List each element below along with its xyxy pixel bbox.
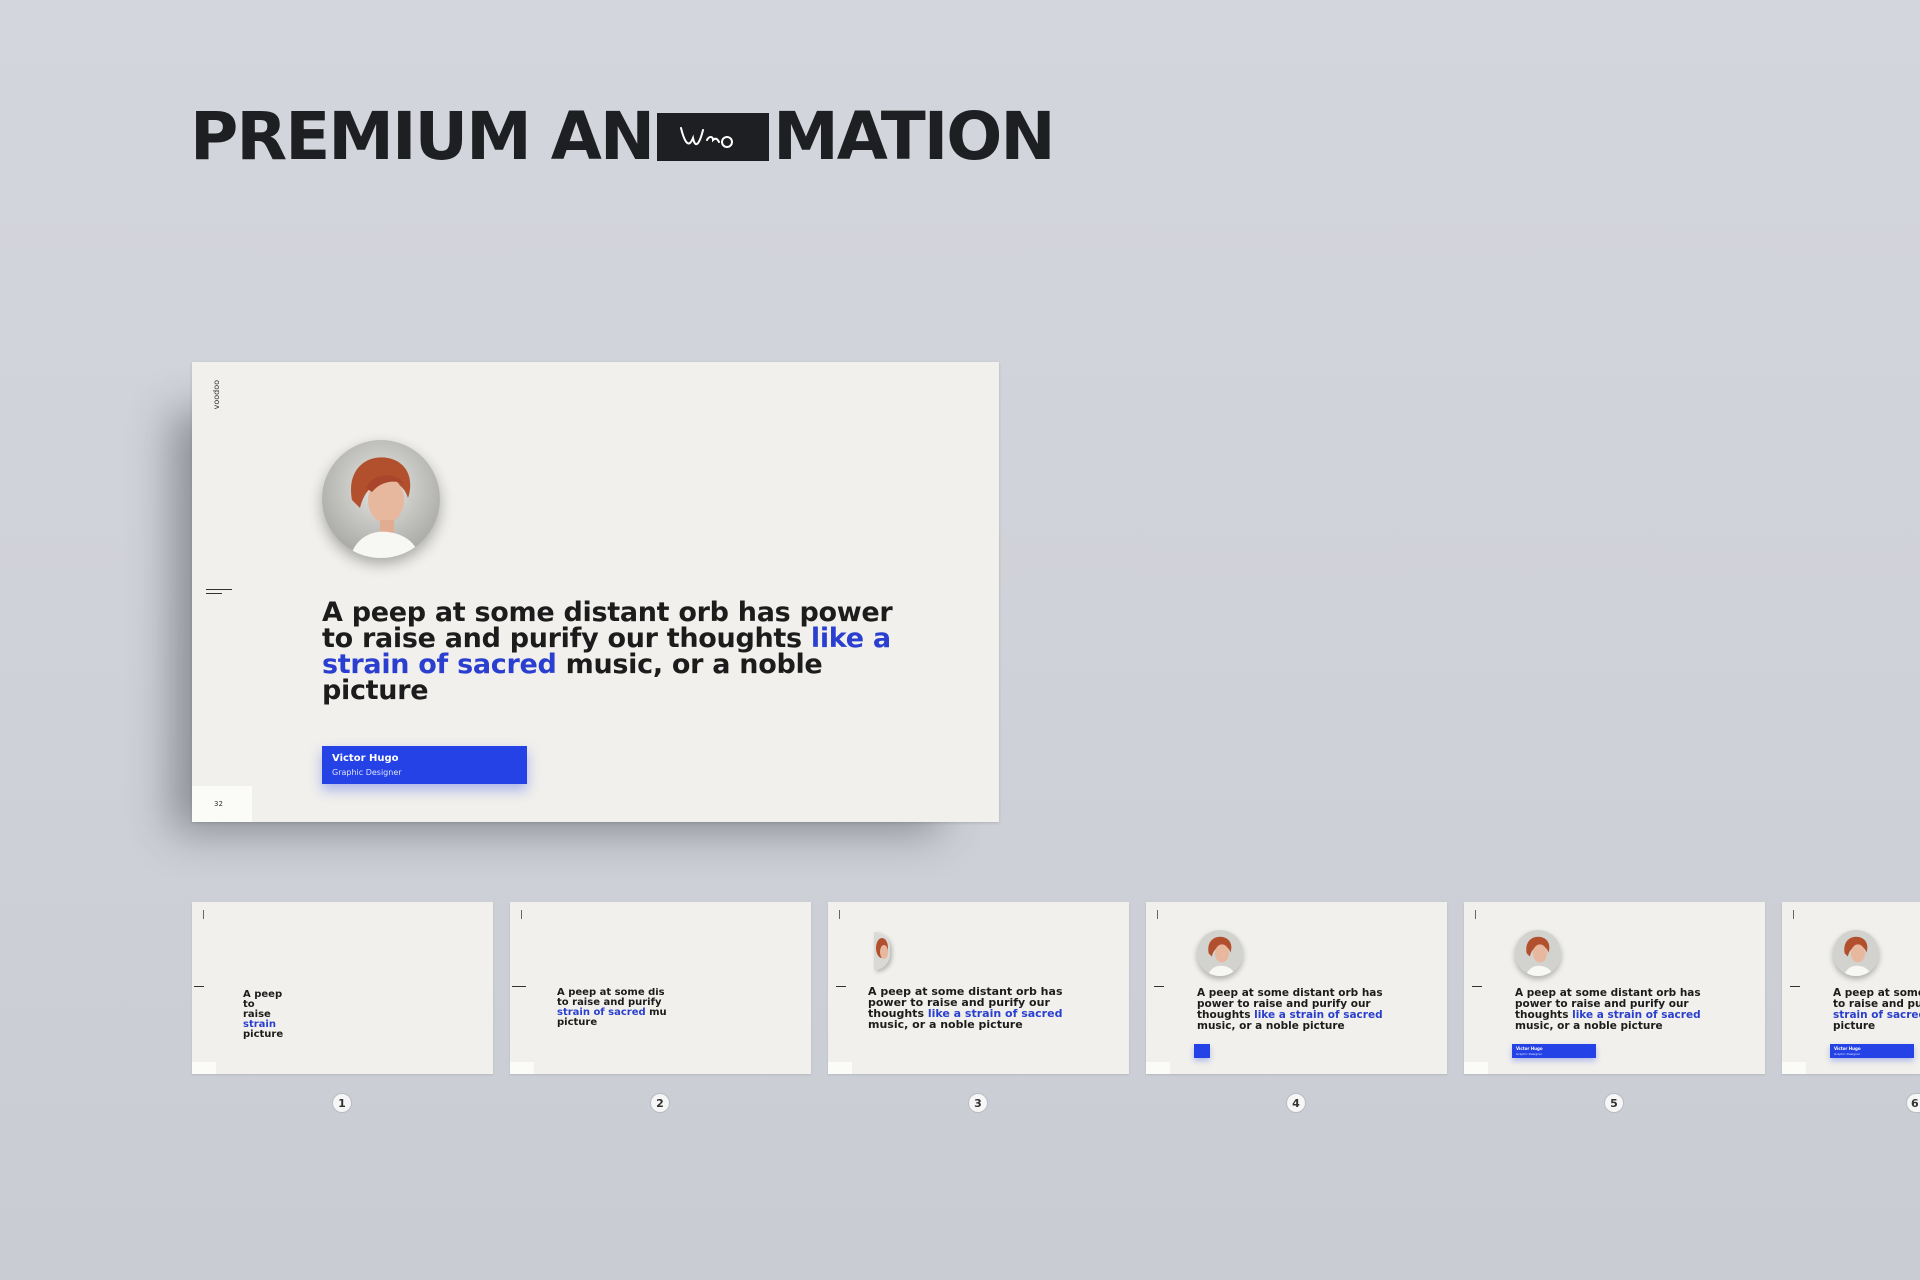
brand-label: voodoo <box>212 380 221 410</box>
step-number-6[interactable]: 6 <box>1906 1093 1920 1113</box>
author-badge: Victor Hugo Graphic Designer <box>1830 1044 1914 1058</box>
quote-text: A peep at some distant orb has power to … <box>1515 987 1701 1032</box>
avatar <box>1833 930 1879 976</box>
quote-text: A peep at some distant orb has power to … <box>868 985 1063 1031</box>
animation-step-thumbnail[interactable]: A peep at some distant orb has power to … <box>1146 902 1447 1074</box>
title-right-text: MATION <box>773 98 1056 175</box>
signature-logo-icon <box>680 127 734 148</box>
animation-step-thumbnail[interactable]: A peep at some distant orb has power to … <box>828 902 1129 1074</box>
decor-line <box>206 593 222 594</box>
quote-text: A peep at some to raise and pur strain o… <box>1833 987 1920 1032</box>
animation-step-thumbnail[interactable]: A peep at some distant orb has power to … <box>1464 902 1765 1074</box>
brand-mark <box>839 910 840 919</box>
step-number-3[interactable]: 3 <box>968 1093 988 1113</box>
avatar <box>1197 930 1243 976</box>
author-name: Victor Hugo <box>332 753 399 764</box>
decor-line <box>1154 986 1164 987</box>
title-left-text: PREMIUM AN <box>190 98 655 175</box>
step-number-5[interactable]: 5 <box>1604 1093 1624 1113</box>
brand-mark <box>203 910 204 919</box>
quote-text: A peep at some distant orb has power to … <box>1197 987 1383 1032</box>
decor-line <box>836 986 846 987</box>
brand-mark <box>521 910 522 919</box>
decor-line <box>206 589 232 590</box>
brand-mark <box>1793 910 1794 919</box>
page-number: 32 <box>214 800 223 808</box>
animation-step-thumbnail[interactable]: A peep to raise strain picture <box>192 902 493 1074</box>
quote-text: A peep to raise strain picture <box>243 990 283 1040</box>
author-badge: Victor Hugo Graphic Designer <box>1512 1044 1596 1058</box>
decor-line <box>1790 986 1800 987</box>
avatar <box>874 932 890 970</box>
brand-mark <box>1475 910 1476 919</box>
author-role: Graphic Designer <box>332 768 402 777</box>
brand-mark <box>1157 910 1158 919</box>
decor-line <box>512 986 526 987</box>
step-number-4[interactable]: 4 <box>1286 1093 1306 1113</box>
main-slide-preview: voodoo A peep at some distant orb has po… <box>192 362 999 822</box>
page-number-box <box>1464 1062 1488 1074</box>
step-number-2[interactable]: 2 <box>650 1093 670 1113</box>
page-number-box <box>192 1062 216 1074</box>
avatar <box>1515 930 1561 976</box>
animation-step-thumbnail[interactable]: A peep at some dis to raise and purify s… <box>510 902 811 1074</box>
page-title: PREMIUM AN MATION <box>190 92 1056 182</box>
avatar <box>322 440 440 558</box>
decor-line <box>194 986 204 987</box>
author-badge <box>1194 1044 1210 1058</box>
animation-logo-box <box>657 113 770 161</box>
quote-text: A peep at some dis to raise and purify s… <box>557 988 667 1028</box>
page-number-box <box>510 1062 534 1074</box>
portrait-icon <box>322 440 440 558</box>
animation-step-thumbnail[interactable]: A peep at some to raise and pur strain o… <box>1782 902 1920 1074</box>
author-badge: Victor Hugo Graphic Designer <box>322 746 527 784</box>
page-number-box <box>1782 1062 1806 1074</box>
page-number-box <box>828 1062 852 1074</box>
step-number-1[interactable]: 1 <box>332 1093 352 1113</box>
quote-text: A peep at some distant orb has power to … <box>322 597 893 706</box>
page-number-box <box>1146 1062 1170 1074</box>
page-number-box: 32 <box>192 786 252 822</box>
decor-line <box>1472 986 1482 987</box>
